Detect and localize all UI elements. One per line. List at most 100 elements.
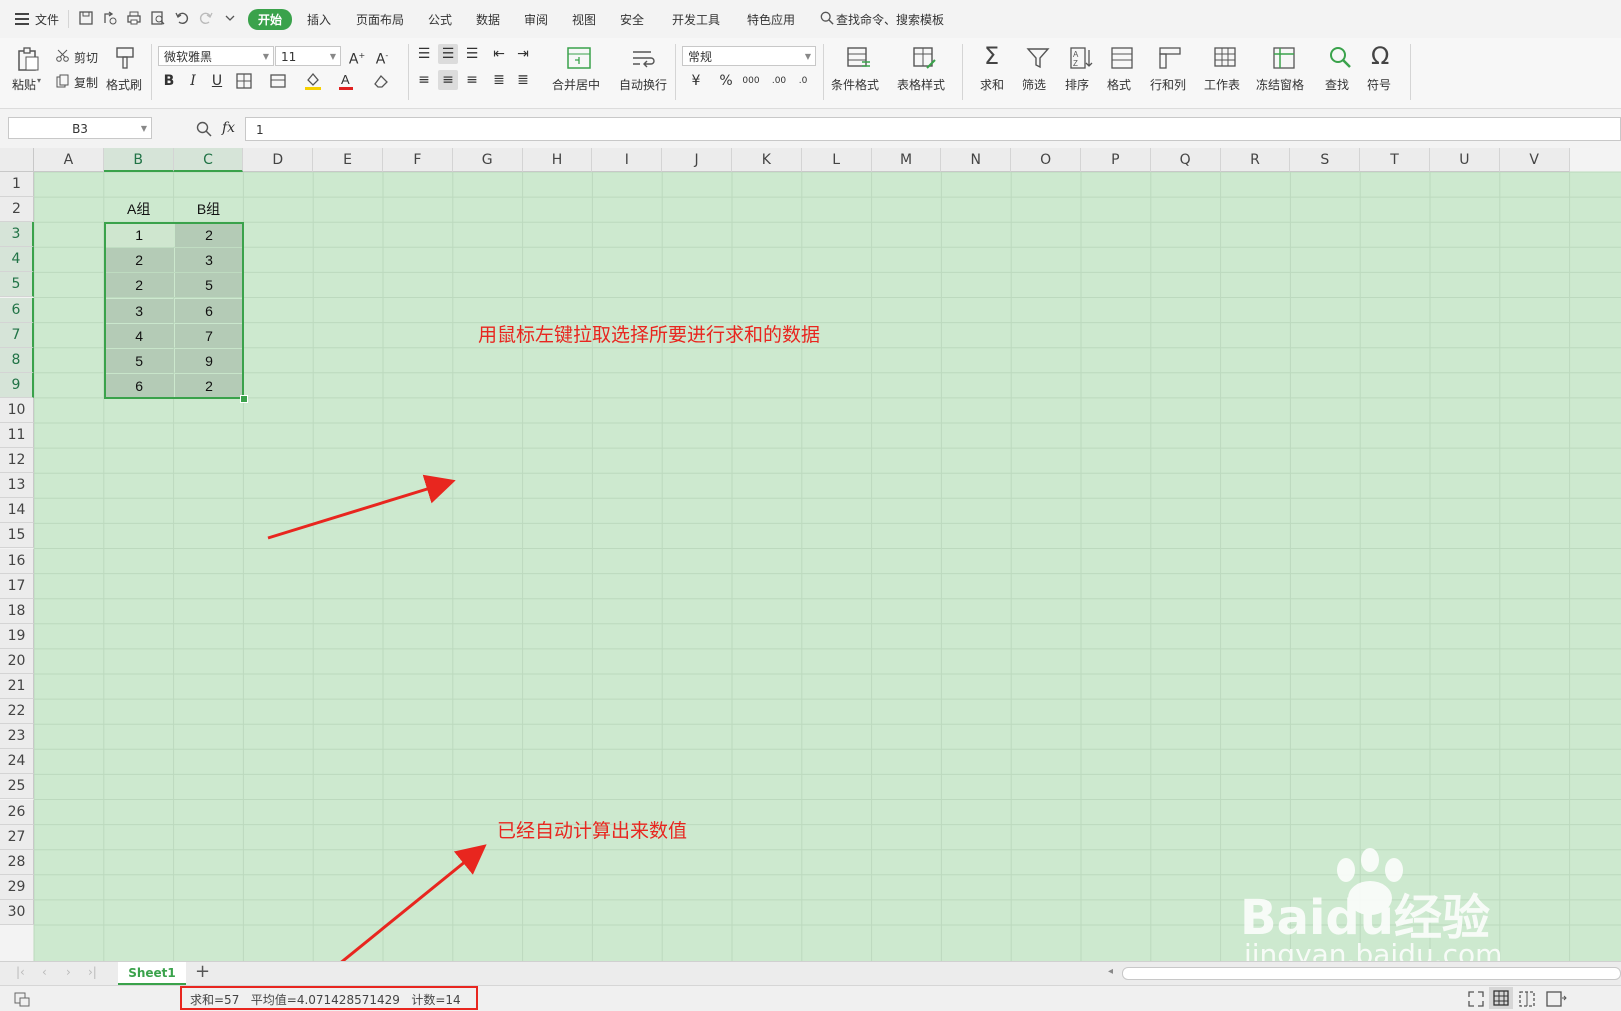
cell-style-icon[interactable] [270, 73, 286, 89]
print-preview-icon[interactable] [150, 10, 166, 26]
fx-icon[interactable]: fx [222, 120, 235, 136]
font-name-select[interactable]: 微软雅黑 ▼ [158, 46, 274, 66]
page-layout-view-icon[interactable] [1546, 991, 1568, 1007]
copy-button[interactable]: 复制 [74, 74, 98, 91]
row-col-icon[interactable] [1158, 46, 1182, 70]
decrease-indent-icon[interactable]: ⇤ [489, 44, 509, 64]
first-sheet-icon[interactable]: |‹ [16, 965, 25, 979]
increase-decimal-icon[interactable]: .00 [769, 71, 789, 91]
increase-font-icon[interactable]: A+ [347, 46, 367, 68]
redo-icon[interactable] [198, 10, 214, 26]
paste-dropdown-icon[interactable]: ▾ [37, 76, 41, 85]
border-icon[interactable] [236, 73, 252, 89]
fullscreen-icon[interactable] [1468, 991, 1484, 1007]
export-icon[interactable] [102, 10, 118, 26]
format-painter-icon[interactable] [114, 46, 136, 70]
align-center-icon[interactable]: ≡ [438, 70, 458, 90]
worksheet-button[interactable]: 工作表 [1204, 76, 1240, 93]
normal-view-button[interactable] [1489, 987, 1513, 1009]
worksheet-icon[interactable] [1213, 46, 1237, 70]
find-icon[interactable] [1328, 45, 1352, 69]
scissors-icon[interactable] [56, 49, 70, 63]
wrap-text-icon[interactable] [630, 46, 656, 70]
underline-icon[interactable]: U [207, 71, 227, 91]
format-icon[interactable] [1110, 46, 1134, 70]
align-top-icon[interactable]: ☰ [414, 44, 434, 64]
print-icon[interactable] [126, 10, 142, 26]
name-box[interactable]: B3 ▼ [8, 117, 152, 139]
sort-button[interactable]: 排序 [1065, 76, 1089, 93]
percent-icon[interactable]: % [716, 71, 736, 91]
omega-icon[interactable]: Ω [1371, 42, 1389, 70]
next-sheet-icon[interactable]: › [66, 965, 71, 979]
paste-icon[interactable] [15, 46, 41, 72]
tab-data[interactable]: 数据 [476, 11, 500, 28]
align-left-icon[interactable]: ≡ [414, 70, 434, 90]
tab-review[interactable]: 审阅 [524, 11, 548, 28]
scroll-left-icon[interactable]: ◂ [1108, 966, 1113, 977]
search-icon[interactable] [820, 11, 834, 25]
thousands-icon[interactable]: 000 [741, 71, 761, 91]
decrease-decimal-icon[interactable]: .0 [793, 71, 813, 91]
more-icon[interactable] [222, 10, 238, 26]
menu-file[interactable]: 文件 [35, 11, 59, 28]
distributed-icon[interactable]: ≣ [513, 70, 533, 90]
fill-color-icon[interactable] [304, 71, 322, 91]
format-painter-button[interactable]: 格式刷 [106, 76, 142, 93]
bold-icon[interactable]: B [159, 71, 179, 91]
currency-icon[interactable]: ¥ [686, 71, 706, 91]
increase-indent-icon[interactable]: ⇥ [513, 44, 533, 64]
copy-icon[interactable] [56, 74, 70, 88]
tab-special[interactable]: 特色应用 [747, 11, 795, 28]
paste-button[interactable]: 粘贴 [12, 76, 36, 93]
find-button[interactable]: 查找 [1325, 76, 1349, 93]
conditional-format-icon[interactable] [846, 46, 872, 70]
prev-sheet-icon[interactable]: ‹ [42, 965, 47, 979]
table-style-icon[interactable] [912, 46, 938, 70]
eraser-icon[interactable] [373, 73, 389, 89]
wrap-text-button[interactable]: 自动换行 [619, 76, 667, 93]
tab-insert[interactable]: 插入 [307, 11, 331, 28]
number-format-select[interactable]: 常规 ▼ [682, 46, 816, 66]
sort-icon[interactable]: AZ [1069, 46, 1093, 70]
justify-icon[interactable]: ≣ [489, 70, 509, 90]
align-middle-icon[interactable]: ☰ [438, 44, 458, 64]
font-size-select[interactable]: 11 ▼ [275, 46, 341, 66]
cut-button[interactable]: 剪切 [74, 49, 98, 66]
zoom-icon[interactable] [196, 121, 212, 137]
font-color-icon[interactable]: A [338, 71, 354, 91]
tab-home[interactable]: 开始 [248, 9, 293, 30]
sheet-tab-sheet1[interactable]: Sheet1 [118, 962, 186, 985]
horizontal-scrollbar[interactable] [1122, 967, 1621, 980]
merge-center-button[interactable]: 合并居中 [552, 76, 600, 93]
tab-formula[interactable]: 公式 [428, 11, 452, 28]
symbol-button[interactable]: 符号 [1367, 76, 1391, 93]
add-sheet-button[interactable]: + [195, 961, 210, 982]
filter-icon[interactable] [1026, 46, 1050, 70]
format-button[interactable]: 格式 [1107, 76, 1131, 93]
sum-button[interactable]: 求和 [980, 76, 1004, 93]
row-col-button[interactable]: 行和列 [1150, 76, 1186, 93]
freeze-icon[interactable] [1272, 46, 1296, 70]
italic-icon[interactable]: I [183, 71, 203, 91]
tab-security[interactable]: 安全 [620, 11, 644, 28]
hamburger-icon[interactable] [15, 13, 29, 25]
tab-developer[interactable]: 开发工具 [672, 11, 720, 28]
align-right-icon[interactable]: ≡ [462, 70, 482, 90]
formula-input[interactable]: 1 [245, 117, 1621, 141]
decrease-font-icon[interactable]: A- [372, 46, 392, 68]
last-sheet-icon[interactable]: ›| [88, 965, 97, 979]
save-icon[interactable] [78, 10, 94, 26]
tab-view[interactable]: 视图 [572, 11, 596, 28]
search-commands[interactable]: 查找命令、搜索模板 [836, 11, 944, 28]
freeze-button[interactable]: 冻结窗格 [1256, 76, 1304, 93]
macro-icon[interactable] [14, 991, 30, 1007]
undo-icon[interactable] [174, 10, 190, 26]
page-break-view-icon[interactable] [1519, 991, 1535, 1007]
tab-page-layout[interactable]: 页面布局 [356, 11, 404, 28]
table-style-button[interactable]: 表格样式 [897, 76, 945, 93]
conditional-format-button[interactable]: 条件格式 [831, 76, 879, 93]
merge-center-icon[interactable] [566, 46, 592, 70]
filter-button[interactable]: 筛选 [1022, 76, 1046, 93]
align-bottom-icon[interactable]: ☰ [462, 44, 482, 64]
